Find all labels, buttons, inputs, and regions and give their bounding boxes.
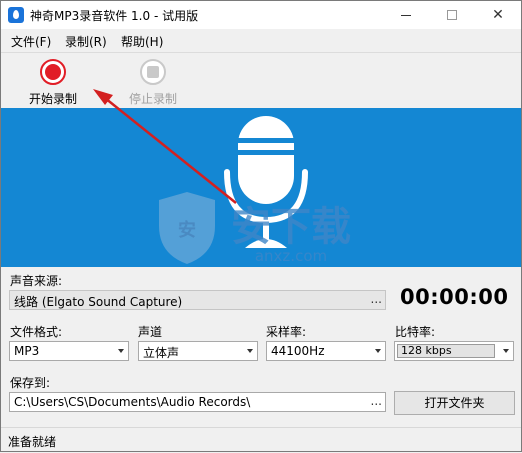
stop-icon xyxy=(140,59,166,85)
status-bar: 准备就绪 xyxy=(1,427,521,451)
chevron-down-icon xyxy=(375,349,381,353)
source-browse-button[interactable]: ... xyxy=(371,292,382,306)
save-browse-button[interactable]: ... xyxy=(371,394,382,408)
close-button[interactable]: ✕ xyxy=(475,1,521,29)
samplerate-value: 44100Hz xyxy=(271,344,325,358)
source-value: 线路 (Elgato Sound Capture) xyxy=(14,295,183,309)
samplerate-select[interactable]: 44100Hz xyxy=(266,341,386,361)
watermark-sub: anxz.com xyxy=(255,247,327,265)
status-text: 准备就绪 xyxy=(8,435,57,449)
microphone-banner: 安 安下载 anxz.com xyxy=(1,108,521,267)
bitrate-select[interactable]: 128 kbps xyxy=(394,341,514,361)
open-folder-button[interactable]: 打开文件夹 xyxy=(394,391,515,415)
chevron-down-icon xyxy=(247,349,253,353)
elapsed-timer: 00:00:00 xyxy=(400,285,509,309)
save-label: 保存到: xyxy=(10,376,51,390)
watermark-text: 安下载 xyxy=(231,204,351,250)
save-path-value: C:\Users\CS\Documents\Audio Records\ xyxy=(14,395,251,409)
microphone-illustration: 安 安下载 anxz.com xyxy=(159,116,351,265)
menu-file[interactable]: 文件(F) xyxy=(11,33,51,50)
svg-text:安: 安 xyxy=(178,219,196,241)
record-icon xyxy=(40,59,66,85)
channel-select[interactable]: 立体声 xyxy=(138,341,258,361)
window-title: 神奇MP3录音软件 1.0 - 试用版 xyxy=(30,9,199,23)
title-bar: 神奇MP3录音软件 1.0 - 试用版 ✕ xyxy=(1,1,521,29)
bitrate-label: 比特率: xyxy=(395,325,436,339)
source-label: 声音来源: xyxy=(10,274,63,288)
format-value: MP3 xyxy=(14,344,40,358)
microphone-icon xyxy=(238,116,294,204)
source-field[interactable]: 线路 (Elgato Sound Capture) ... xyxy=(9,290,386,310)
start-record-label: 开始录制 xyxy=(28,92,77,106)
minimize-icon xyxy=(401,14,411,16)
app-window: 神奇MP3录音软件 1.0 - 试用版 ✕ 文件(F) 录制(R) 帮助(H) … xyxy=(0,0,522,452)
chevron-down-icon xyxy=(503,349,509,353)
format-select[interactable]: MP3 xyxy=(9,341,129,361)
close-icon: ✕ xyxy=(492,7,504,23)
channel-value: 立体声 xyxy=(143,346,180,360)
menu-bar: 文件(F) 录制(R) 帮助(H) xyxy=(1,29,521,51)
toolbar: 开始录制 停止录制 xyxy=(1,52,521,108)
start-record-button[interactable]: 开始录制 xyxy=(18,59,88,107)
chevron-down-icon xyxy=(118,349,124,353)
menu-record[interactable]: 录制(R) xyxy=(65,33,107,50)
samplerate-label: 采样率: xyxy=(266,325,307,339)
stop-record-label: 停止录制 xyxy=(128,92,177,106)
format-label: 文件格式: xyxy=(10,325,63,339)
save-path-field[interactable]: C:\Users\CS\Documents\Audio Records\ ... xyxy=(9,392,386,412)
app-logo-icon xyxy=(8,7,24,23)
maximize-button[interactable] xyxy=(429,1,475,29)
menu-help[interactable]: 帮助(H) xyxy=(121,33,163,50)
channel-label: 声道 xyxy=(138,325,163,339)
stop-record-button[interactable]: 停止录制 xyxy=(118,59,188,107)
bitrate-value: 128 kbps xyxy=(397,344,495,358)
maximize-icon xyxy=(447,10,457,20)
minimize-button[interactable] xyxy=(383,1,429,29)
